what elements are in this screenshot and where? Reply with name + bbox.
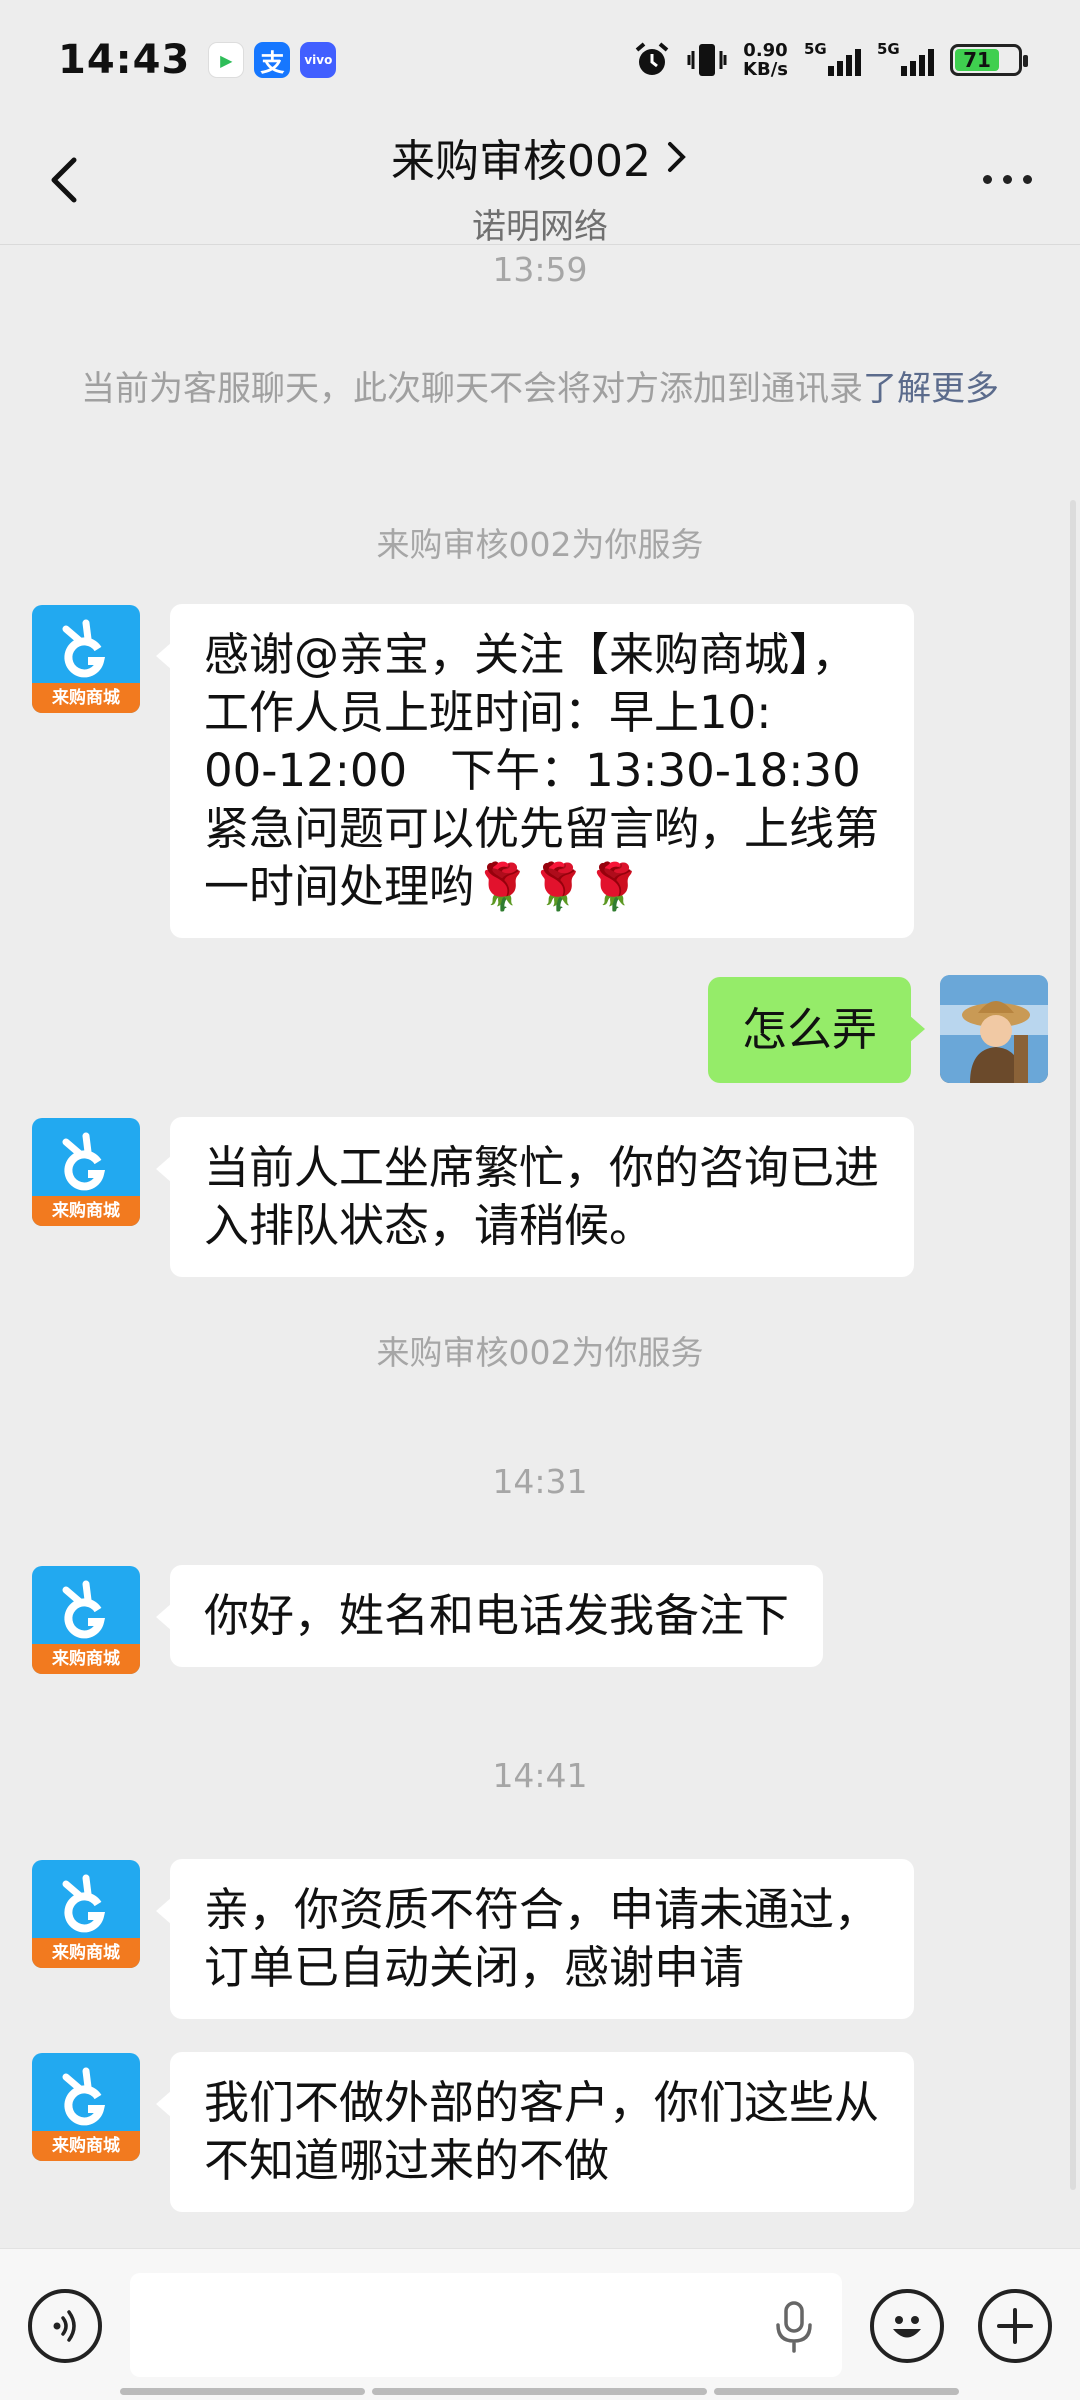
status-time: 14:43: [58, 37, 191, 83]
message-bubble[interactable]: 亲，你资质不符合，申请未通过， 订单已自动关闭，感谢申请: [156, 1859, 914, 2019]
chat-title[interactable]: 来购审核002: [391, 125, 689, 189]
message-line: 工作人员上班时间：早上10:: [204, 686, 772, 739]
message-text: 一时间处理哟: [204, 860, 475, 913]
chat-subtitle: 诺明网络: [472, 207, 608, 247]
more-functions-button[interactable]: [978, 2289, 1052, 2363]
battery-icon: 71: [950, 44, 1028, 76]
bot-avatar-label: 来购商城: [32, 2131, 140, 2161]
notification-apps: ▶ 支 vivo: [208, 42, 337, 78]
bot-avatar[interactable]: 来购商城: [32, 1118, 140, 1226]
network-speed-unit: KB/s: [743, 59, 788, 80]
message-line: 紧急问题可以优先留言哟，上线第: [204, 802, 880, 855]
network-speed-value: 0.90: [743, 40, 788, 61]
message-bubble[interactable]: 感谢@亲宝，关注【来购商城】， 工作人员上班时间：早上10: 00-12:00 …: [156, 604, 914, 938]
emoji-button[interactable]: [870, 2289, 944, 2363]
bot-avatar[interactable]: 来购商城: [32, 1860, 140, 1968]
laigou-logo-icon: [62, 1874, 106, 1933]
microphone-icon[interactable]: [772, 2299, 816, 2355]
my-message-text: 怎么弄: [742, 1003, 878, 1056]
message-line: 当前人工坐席繁忙，你的咨询已进: [204, 1141, 880, 1194]
bot-avatar[interactable]: 来购商城: [32, 2053, 140, 2161]
user-avatar-image: [940, 975, 1048, 1083]
voice-mode-button[interactable]: [28, 2289, 102, 2363]
vibrate-icon: [687, 44, 727, 76]
message-line: 感谢@亲宝，关注【来购商城】，: [204, 628, 857, 681]
message-line: 亲，你资质不符合，申请未通过，: [204, 1883, 880, 1936]
message-line: 入排队状态，请稍候。: [204, 1199, 655, 1252]
signal-icon-2: 5G: [877, 40, 934, 76]
bot-avatar-label: 来购商城: [32, 683, 140, 713]
laigou-logo-icon: [62, 2067, 106, 2126]
gesture-bar: [120, 2388, 365, 2395]
smile-icon: [893, 2316, 921, 2338]
status-bar: 14:43 ▶ 支 vivo 0.90 KB/s 5G 5G 71: [0, 0, 1080, 120]
learn-more-link[interactable]: 了解更多: [863, 369, 999, 409]
message-bubble[interactable]: 你好，姓名和电话发我备注下: [155, 1565, 824, 1667]
video-app-icon: ▶: [208, 42, 245, 78]
timestamp: 14:31: [492, 1462, 588, 1501]
vivo-icon: vivo: [300, 42, 337, 78]
signal-label-1: 5G: [804, 40, 827, 58]
bot-avatar-label: 来购商城: [32, 1938, 140, 1968]
message-line: 我们不做外部的客户，你们这些从: [204, 2076, 880, 2129]
more-options-icon[interactable]: [972, 164, 1042, 194]
chat-header: 来购审核002 诺明网络: [0, 120, 1080, 247]
alarm-icon: [635, 42, 669, 75]
service-agent-notice: 来购审核002为你服务: [376, 525, 704, 564]
laigou-logo-icon: [62, 1132, 106, 1191]
chat-title-text: 来购审核002: [391, 136, 651, 187]
message-line: 00-12:00 下午：13:30-18:30: [204, 744, 861, 797]
message-line: 不知道哪过来的不做: [204, 2134, 610, 2187]
plus-icon: [997, 2308, 1033, 2344]
timestamp: 13:59: [492, 250, 588, 289]
chevron-right-icon: [667, 142, 686, 172]
message-input[interactable]: [130, 2273, 842, 2377]
laigou-logo-icon: [62, 1580, 106, 1639]
message-line: 订单已自动关闭，感谢申请: [204, 1941, 745, 1994]
message-bubble[interactable]: 当前人工坐席繁忙，你的咨询已进 入排队状态，请稍候。: [156, 1117, 914, 1277]
service-agent-notice: 来购审核002为你服务: [376, 1333, 704, 1372]
header-divider: [0, 244, 1080, 245]
bot-avatar[interactable]: 来购商城: [32, 605, 140, 713]
message-line: 一时间处理哟🌹🌹🌹: [204, 858, 880, 916]
chat-scrollbar[interactable]: [1070, 500, 1076, 2190]
voice-wave-icon: [53, 2310, 76, 2342]
battery-level: 71: [955, 48, 1000, 72]
my-message-bubble[interactable]: 怎么弄: [708, 977, 926, 1083]
laigou-logo-icon: [62, 619, 106, 678]
gesture-bar: [372, 2388, 707, 2395]
customer-service-notice: 当前为客服聊天，此次聊天不会将对方添加到通讯录了解更多: [80, 364, 1000, 414]
timestamp: 14:41: [492, 1756, 588, 1795]
bot-avatar-label: 来购商城: [32, 1644, 140, 1674]
alipay-icon: 支: [254, 42, 291, 78]
network-speed: 0.90 KB/s: [743, 41, 788, 79]
signal-icon-1: 5G: [804, 40, 861, 76]
signal-label-2: 5G: [877, 40, 900, 58]
message-bubble[interactable]: 我们不做外部的客户，你们这些从 不知道哪过来的不做: [156, 2052, 914, 2212]
rose-emoji: 🌹🌹🌹: [474, 860, 643, 913]
bot-avatar[interactable]: 来购商城: [32, 1566, 140, 1674]
my-avatar[interactable]: [940, 975, 1048, 1083]
gesture-bar: [714, 2388, 959, 2395]
message-text: 你好，姓名和电话发我备注下: [204, 1589, 790, 1642]
input-bar: [0, 2248, 1080, 2400]
bot-avatar-label: 来购商城: [32, 1196, 140, 1226]
notice-text: 当前为客服聊天，此次聊天不会将对方添加到通讯录: [81, 369, 863, 409]
